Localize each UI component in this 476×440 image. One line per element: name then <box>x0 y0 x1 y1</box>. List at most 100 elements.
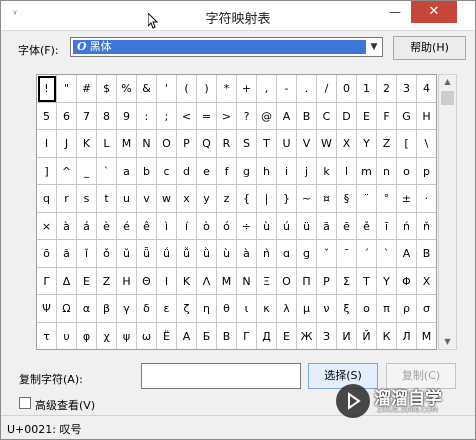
char-cell[interactable]: o <box>397 157 417 185</box>
char-cell[interactable]: ú <box>277 212 297 240</box>
char-cell[interactable]: ¤ <box>317 185 337 213</box>
char-cell[interactable]: 2 <box>377 75 397 103</box>
char-cell[interactable]: Ω <box>57 295 77 323</box>
char-cell[interactable]: 9 <box>117 102 137 130</box>
char-cell[interactable]: Z <box>377 130 397 158</box>
char-cell[interactable]: I <box>37 130 57 158</box>
char-cell[interactable]: } <box>277 185 297 213</box>
char-cell[interactable]: \ <box>417 130 436 158</box>
char-cell[interactable]: n <box>377 157 397 185</box>
char-cell[interactable]: К <box>377 322 397 349</box>
char-cell[interactable]: ˉ <box>337 240 357 268</box>
char-cell[interactable]: A <box>277 102 297 130</box>
char-cell[interactable]: d <box>177 157 197 185</box>
select-button[interactable]: 选择(S) <box>308 363 378 389</box>
char-cell[interactable]: ¨ <box>357 185 377 213</box>
char-cell[interactable]: é <box>117 212 137 240</box>
char-cell[interactable]: M <box>117 130 137 158</box>
char-cell[interactable]: Π <box>297 267 317 295</box>
char-cell[interactable]: " <box>57 75 77 103</box>
minimize-button[interactable]: — <box>381 1 409 23</box>
char-cell[interactable]: t <box>97 185 117 213</box>
char-cell[interactable]: L <box>97 130 117 158</box>
char-cell[interactable]: V <box>297 130 317 158</box>
char-cell[interactable]: p <box>417 158 436 185</box>
char-cell[interactable]: ÷ <box>237 212 257 240</box>
char-cell[interactable]: : <box>137 102 157 130</box>
char-cell[interactable]: E <box>357 102 377 130</box>
char-cell[interactable]: ă <box>57 240 77 268</box>
char-cell[interactable]: ~ <box>297 185 317 213</box>
char-cell[interactable]: Ν <box>237 267 257 295</box>
char-cell[interactable]: ρ <box>397 295 417 323</box>
char-cell[interactable]: ( <box>177 75 197 103</box>
char-cell[interactable]: 3 <box>397 75 417 103</box>
char-cell[interactable]: ` <box>97 157 117 185</box>
char-cell[interactable]: C <box>317 102 337 130</box>
char-cell[interactable]: ň <box>417 213 436 240</box>
char-cell[interactable]: / <box>317 75 337 103</box>
char-cell[interactable]: è <box>97 212 117 240</box>
char-cell[interactable]: α <box>77 295 97 323</box>
char-cell[interactable]: ì <box>157 212 177 240</box>
char-cell[interactable]: 4 <box>417 75 436 103</box>
char-cell[interactable]: = <box>197 102 217 130</box>
char-cell[interactable]: [ <box>397 130 417 158</box>
char-cell[interactable]: S <box>237 130 257 158</box>
char-cell[interactable]: í <box>177 212 197 240</box>
char-cell[interactable]: Η <box>117 267 137 295</box>
char-cell[interactable]: δ <box>137 295 157 323</box>
char-cell[interactable]: · <box>417 185 436 213</box>
char-cell[interactable]: u <box>117 185 137 213</box>
char-cell[interactable]: ō <box>37 240 57 268</box>
char-cell[interactable]: ɡ <box>297 240 317 268</box>
char-cell[interactable]: A <box>397 240 417 268</box>
char-cell[interactable]: | <box>257 185 277 213</box>
char-cell[interactable]: ɑ <box>277 240 297 268</box>
char-cell[interactable]: & <box>137 75 157 103</box>
char-cell[interactable]: R <box>217 130 237 158</box>
char-cell[interactable]: ù <box>257 212 277 240</box>
char-cell[interactable]: А <box>177 322 197 349</box>
title-bar[interactable]: ᵞ 字符映射表 — ✕ <box>1 1 475 31</box>
char-cell[interactable]: ω <box>137 322 157 349</box>
char-cell[interactable]: B <box>417 240 436 268</box>
char-cell[interactable]: β <box>97 295 117 323</box>
char-cell[interactable]: + <box>237 75 257 103</box>
char-cell[interactable]: π <box>377 295 397 323</box>
char-cell[interactable]: y <box>197 185 217 213</box>
char-cell[interactable]: Б <box>197 322 217 349</box>
char-cell[interactable]: Ж <box>297 322 317 349</box>
char-cell[interactable]: W <box>317 130 337 158</box>
char-cell[interactable]: Ε <box>77 267 97 295</box>
char-cell[interactable]: Φ <box>397 267 417 295</box>
close-button[interactable]: ✕ <box>411 1 457 23</box>
char-cell[interactable]: Л <box>397 322 417 349</box>
char-cell[interactable]: Ρ <box>317 267 337 295</box>
font-select[interactable]: O 黑体 ▼ <box>70 37 383 57</box>
char-cell[interactable]: ν <box>317 295 337 323</box>
char-cell[interactable]: § <box>337 185 357 213</box>
char-cell[interactable]: ǜ <box>197 240 217 268</box>
char-cell[interactable]: { <box>237 185 257 213</box>
char-cell[interactable]: j <box>297 157 317 185</box>
char-cell[interactable]: J <box>57 130 77 158</box>
char-cell[interactable]: Γ <box>37 267 57 295</box>
char-cell[interactable]: @ <box>257 102 277 130</box>
char-cell[interactable]: Ι <box>157 267 177 295</box>
char-cell[interactable]: η <box>197 295 217 323</box>
char-cell[interactable]: 8 <box>97 102 117 130</box>
char-cell[interactable]: Д <box>257 322 277 349</box>
char-cell[interactable]: P <box>177 130 197 158</box>
char-cell[interactable]: # <box>77 75 97 103</box>
char-cell[interactable]: Ё <box>157 322 177 349</box>
char-cell[interactable]: 7 <box>77 102 97 130</box>
char-cell[interactable]: a <box>117 157 137 185</box>
char-cell[interactable]: М <box>417 323 436 350</box>
char-cell[interactable]: D <box>337 102 357 130</box>
char-cell[interactable]: q <box>37 185 57 213</box>
char-cell[interactable]: z <box>217 185 237 213</box>
char-cell[interactable]: ξ <box>337 295 357 323</box>
char-cell[interactable]: . <box>297 75 317 103</box>
char-cell[interactable]: Μ <box>217 267 237 295</box>
